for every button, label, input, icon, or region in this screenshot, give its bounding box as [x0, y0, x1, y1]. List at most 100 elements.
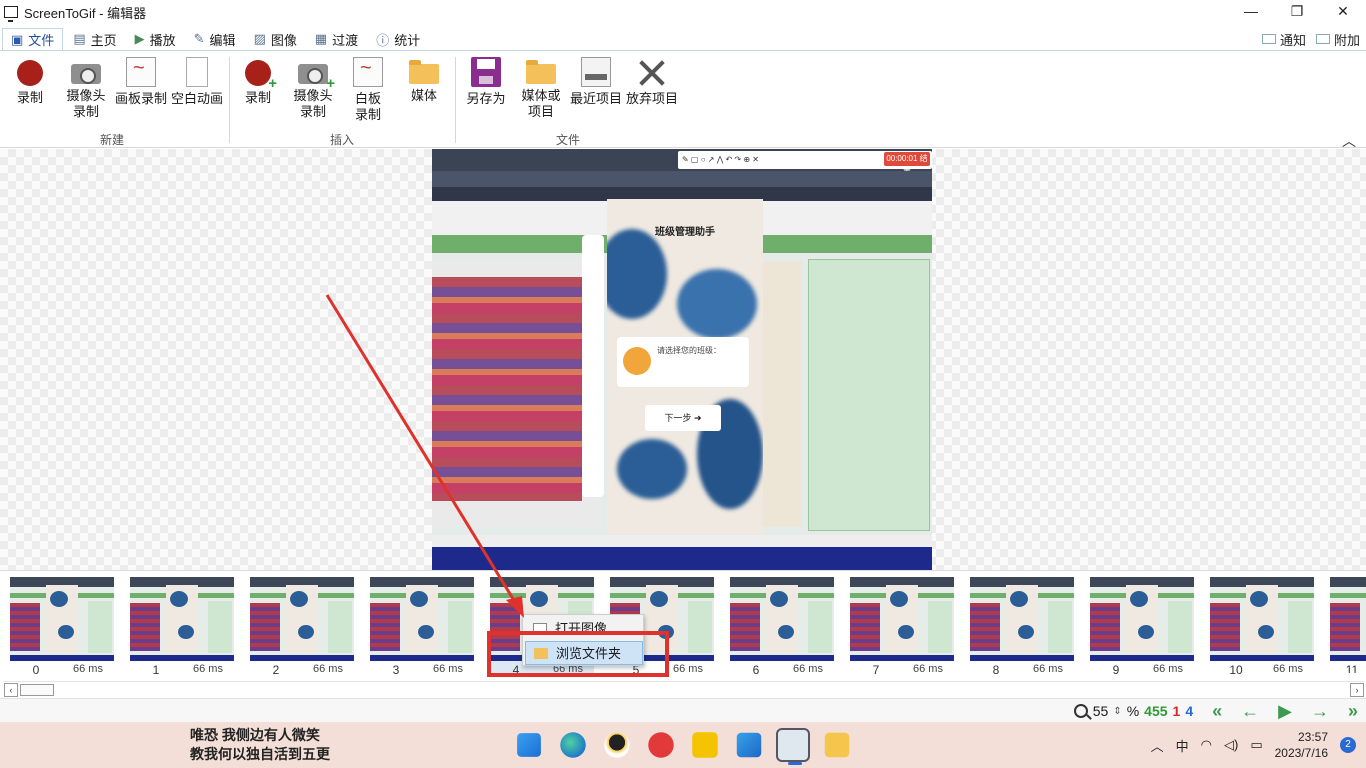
title-bar: ScreenToGif - 编辑器 — ❐ ✕ [0, 0, 1366, 24]
wifi-icon[interactable]: ◠ [1201, 737, 1212, 753]
tab-home[interactable]: ▤ 主页 [65, 28, 124, 50]
start-windows-icon[interactable] [517, 733, 541, 757]
scroll-left-arrow-icon[interactable]: ‹ [4, 683, 18, 697]
show-hidden-icons-icon[interactable]: ︿ [1151, 736, 1164, 755]
new-blank-label: 空白动画 [170, 91, 223, 106]
board-icon [126, 57, 156, 87]
new-blank-button[interactable]: 空白动画 [168, 57, 226, 107]
discard-project-button[interactable]: 放弃项目 [624, 57, 680, 107]
collapse-ribbon-icon[interactable]: ︿ [1342, 131, 1356, 151]
notification-badge[interactable]: 2 [1340, 737, 1356, 753]
frame-preview: ✎ ▢ ○ ↗ ⋀ ↶ ↷ ⊕ ✕ 00:00:01 结束 班级管理助手 请选择… [432, 149, 932, 570]
restore-button[interactable]: ❐ [1274, 0, 1320, 24]
insert-record-label: 录制 [244, 90, 271, 105]
tab-file[interactable]: ▣ 文件 [2, 28, 64, 50]
new-webcam-label-2: 录制 [72, 104, 99, 119]
frame-item-partial[interactable]: 11 [1330, 577, 1366, 673]
frame-item[interactable]: 2 66 ms [250, 577, 354, 677]
ime-indicator[interactable]: 中 [1176, 736, 1189, 755]
new-record-label: 录制 [16, 90, 43, 105]
frame-item[interactable]: 6 66 ms [730, 577, 834, 677]
frame-item[interactable]: 3 66 ms [370, 577, 474, 677]
frame-index: 7 [872, 663, 880, 677]
tab-playback[interactable]: ▶ 播放 [127, 28, 184, 50]
frame-item[interactable]: 9 66 ms [1090, 577, 1194, 677]
tab-image[interactable]: ▨ 图像 [246, 28, 305, 50]
new-record-button[interactable]: 录制 [2, 57, 58, 106]
lyric-line-2: 教我何以独自活到五更 [190, 746, 330, 762]
qq-penguin-icon[interactable] [604, 732, 630, 758]
media-player-icon[interactable] [692, 732, 718, 758]
vscode-icon[interactable] [736, 732, 762, 758]
save-as-button[interactable]: 另存为 [458, 57, 514, 107]
save-icon: ▣ [11, 31, 24, 47]
frame-strip-scrollbar[interactable]: ‹ › [4, 681, 1364, 697]
previous-frame-icon[interactable]: ← [1241, 701, 1259, 722]
frame-strip: 0 66 ms 1 66 ms 2 66 ms 3 66 ms 4 66 ms 5 66 m… [0, 570, 1366, 680]
play-icon: ▶ [134, 31, 145, 46]
tab-statistics[interactable]: ⓘ 统计 [368, 28, 428, 50]
frame-delay: 66 ms [1033, 663, 1063, 675]
preview-class-card: 请选择您的班级： [617, 337, 749, 387]
insert-media-label: 媒体 [410, 88, 437, 103]
frame-item[interactable]: 7 66 ms [850, 577, 954, 677]
save-disk-icon [471, 57, 501, 87]
extra-button[interactable]: 附加 [1315, 30, 1360, 49]
frame-item[interactable]: 0 66 ms [10, 577, 114, 677]
clock[interactable]: 23:57 2023/7/16 [1275, 729, 1328, 761]
insert-media-button[interactable]: 媒体 [396, 57, 452, 104]
open-folder-icon [526, 60, 556, 84]
volume-icon[interactable]: ◁) [1224, 737, 1238, 753]
minimize-button[interactable]: — [1228, 0, 1274, 24]
netease-music-icon[interactable] [648, 732, 674, 758]
tab-edit[interactable]: ✎ 编辑 [186, 28, 244, 50]
info-icon: ⓘ [376, 32, 390, 48]
tabs-right-actions: 通知 附加 [1261, 28, 1360, 50]
play-icon[interactable]: ▶ [1278, 701, 1292, 722]
first-frame-icon[interactable]: « [1212, 701, 1222, 722]
recent-projects-button[interactable]: 最近项目 [568, 57, 624, 107]
board-add-icon [353, 57, 383, 87]
next-frame-icon[interactable]: → [1311, 701, 1329, 722]
notify-button[interactable]: 通知 [1261, 30, 1306, 49]
group-insert-label: 插入 [330, 133, 355, 147]
file-explorer-icon[interactable] [824, 732, 850, 758]
insert-record-button[interactable]: 录制 [230, 57, 286, 106]
frame-item[interactable]: 10 66 ms [1210, 577, 1314, 677]
current-frame: 4 [1185, 703, 1194, 719]
scroll-thumb[interactable] [20, 684, 54, 696]
open-media-button[interactable]: 媒体或 项目 [513, 57, 569, 120]
image-icon: ▨ [253, 31, 266, 46]
annotation-highlight-box [487, 631, 669, 677]
zoom-value[interactable]: 55 [1093, 703, 1109, 719]
frame-thumbnail [1210, 577, 1314, 661]
preview-footer [432, 535, 932, 547]
close-button[interactable]: ✕ [1320, 0, 1366, 24]
frame-item[interactable]: 1 66 ms [130, 577, 234, 677]
frame-delay: 66 ms [1273, 663, 1303, 675]
battery-icon[interactable]: ▭ [1250, 737, 1262, 753]
editor-canvas: ✎ ▢ ○ ↗ ⋀ ↶ ↷ ⊕ ✕ 00:00:01 结束 班级管理助手 请选择… [0, 149, 1366, 570]
screentogif-taskbar-icon[interactable] [776, 728, 810, 765]
insert-board-button[interactable]: 白板 录制 [340, 57, 396, 123]
lyric-line-1: 唯恐 我侧边有人微笑 [190, 727, 320, 743]
frame-count: 455 [1144, 703, 1168, 719]
edge-browser-icon[interactable] [560, 732, 586, 758]
preview-phone-emulator: 班级管理助手 请选择您的班级： 下一步 ➜ [607, 199, 763, 534]
frame-delay: 66 ms [913, 663, 943, 675]
ribbon-tabs: ▣ 文件 ▤ 主页 ▶ 播放 ✎ 编辑 ▨ 图像 ▦ 过渡 ⓘ 统计 通知 附加 [0, 28, 1366, 50]
preview-phone-prompt: 请选择您的班级： [657, 346, 721, 355]
zoom-stepper-icon[interactable]: ⇕ [1113, 706, 1121, 717]
frame-item[interactable]: 8 66 ms [970, 577, 1074, 677]
scroll-right-arrow-icon[interactable]: › [1350, 683, 1364, 697]
new-board-button[interactable]: 画板录制 [112, 57, 170, 107]
last-frame-icon[interactable]: » [1348, 701, 1358, 722]
tab-transition[interactable]: ▦ 过渡 [307, 28, 366, 50]
tab-edit-label: 编辑 [209, 32, 236, 48]
new-webcam-button[interactable]: 摄像头 录制 [58, 57, 114, 120]
blank-page-icon [186, 57, 208, 87]
window-title: ScreenToGif - 编辑器 [24, 5, 147, 21]
tab-statistics-label: 统计 [394, 32, 421, 48]
insert-webcam-button[interactable]: 摄像头 录制 [285, 57, 341, 120]
tab-playback-label: 播放 [149, 32, 176, 48]
